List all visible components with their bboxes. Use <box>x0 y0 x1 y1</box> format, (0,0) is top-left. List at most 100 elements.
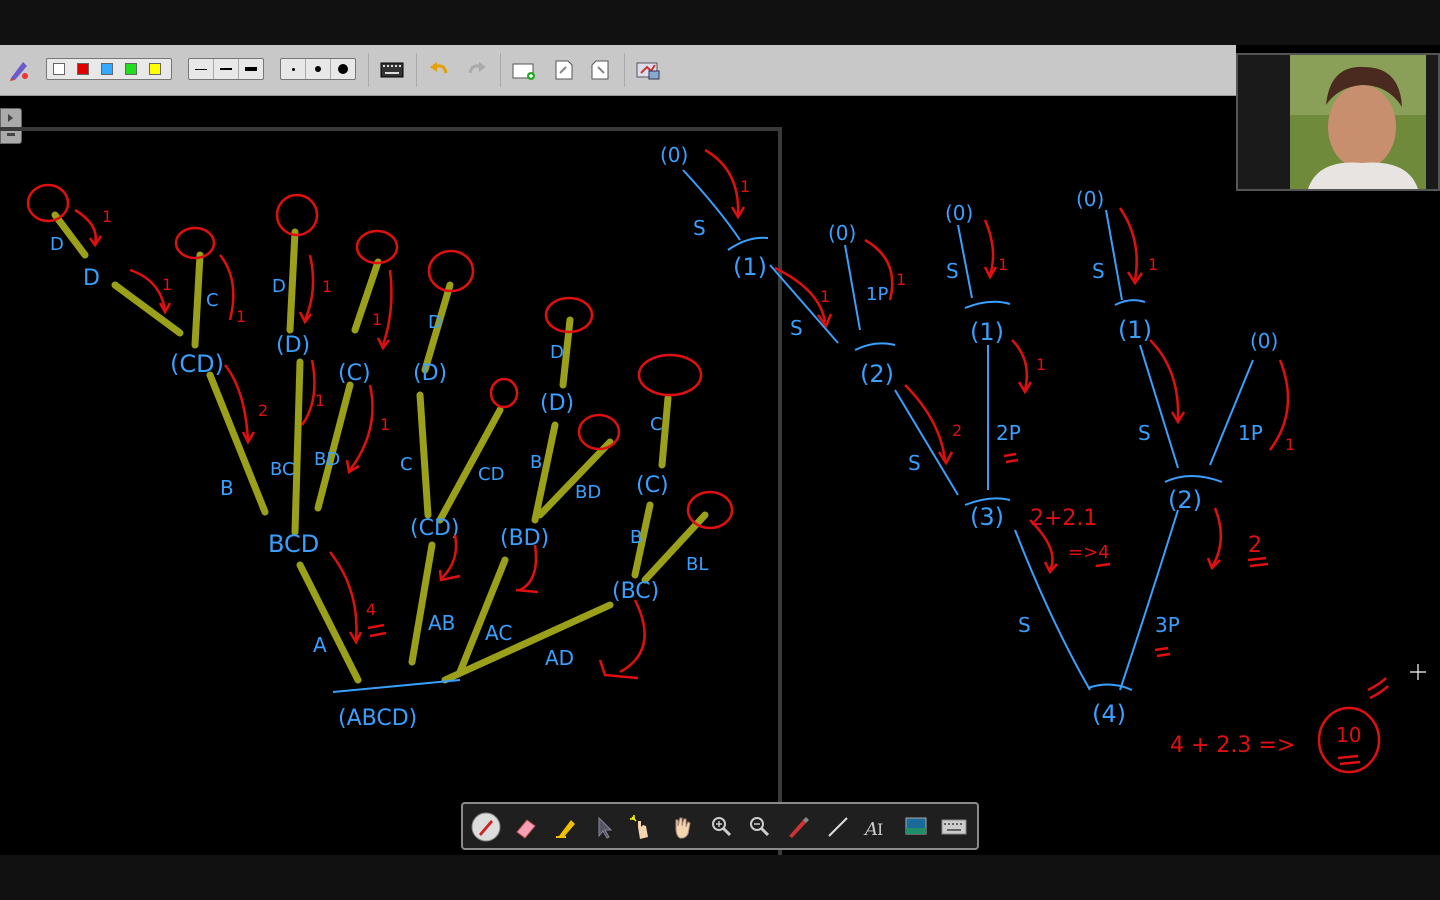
right-edge-s1: S <box>1018 613 1031 637</box>
left-edge-ab: AB <box>428 611 455 635</box>
select-arrow-icon[interactable] <box>589 812 619 842</box>
line-thick-option[interactable] <box>239 59 263 79</box>
red-mark: 2 <box>258 401 268 420</box>
magic-hand-icon[interactable] <box>627 812 657 842</box>
right-node-2a: (2) <box>1168 486 1202 514</box>
floating-tool-palette: AI <box>461 802 979 850</box>
right-edge-3p: 3P <box>1155 613 1180 637</box>
color-green-swatch[interactable] <box>125 63 137 75</box>
previous-page-icon[interactable] <box>550 55 576 85</box>
eraser-icon[interactable] <box>511 812 541 842</box>
red-mark: 1 <box>102 207 112 226</box>
color-yellow-swatch[interactable] <box>149 63 161 75</box>
top-black-bar <box>0 0 1440 45</box>
red-mark: 1 <box>740 177 750 196</box>
color-picker <box>46 58 172 80</box>
right-node-1b: (1) <box>1118 316 1152 344</box>
left-edge-c: C <box>400 454 413 475</box>
line-width-picker <box>188 58 264 80</box>
red-mark: 1 <box>162 275 172 294</box>
red-mark: 1 <box>315 391 325 410</box>
dot-small-option[interactable] <box>281 59 306 79</box>
undo-icon[interactable] <box>426 55 452 85</box>
svg-text:A: A <box>863 819 878 840</box>
left-edge-c2: C <box>650 414 663 435</box>
right-node-2b: (2) <box>860 360 894 388</box>
new-page-icon[interactable] <box>510 55 538 85</box>
red-mark: 1 <box>1285 435 1295 454</box>
crosshair-cursor-icon <box>1410 664 1426 680</box>
right-node-0c: (0) <box>945 201 973 225</box>
right-tree-root-node: (4) <box>1092 700 1126 728</box>
screen-icon[interactable] <box>901 812 931 842</box>
left-edge-b: B <box>220 476 234 500</box>
right-edge-1p-a: 1P <box>1238 421 1263 445</box>
left-node-d1: (D) <box>276 333 310 358</box>
right-edge-s7: S <box>693 216 706 240</box>
pen-settings-icon[interactable] <box>6 55 32 85</box>
right-tree-lines <box>682 169 1254 691</box>
zoom-out-icon[interactable] <box>745 812 775 842</box>
next-page-icon[interactable] <box>588 55 614 85</box>
zoom-in-icon[interactable] <box>707 812 737 842</box>
color-blue-swatch[interactable] <box>101 63 113 75</box>
left-tree-red-numbers: 1 1 1 1 1 1 1 2 4 <box>102 207 390 619</box>
right-node-1a: (1) <box>970 318 1004 346</box>
right-node-0e: (0) <box>660 143 688 167</box>
dot-large-option[interactable] <box>331 59 355 79</box>
pen-icon[interactable] <box>783 812 813 842</box>
right-edge-s6: S <box>1092 259 1105 283</box>
right-node-1c: (1) <box>733 253 767 281</box>
keyboard-icon[interactable] <box>378 55 406 85</box>
drawing-toolbar <box>0 45 1236 96</box>
line-medium-option[interactable] <box>214 59 239 79</box>
red-mark: 1 <box>322 277 332 296</box>
toolbar-separator <box>500 53 501 87</box>
red-mark: 1 <box>380 415 390 434</box>
red-mark: 1 <box>896 270 906 289</box>
toolbar-separator <box>624 53 625 87</box>
red-mark: 1 <box>998 255 1008 274</box>
redo-icon[interactable] <box>464 55 490 85</box>
highlighter-icon[interactable] <box>551 812 581 842</box>
left-node-d-top: D <box>83 266 100 291</box>
laser-pen-icon[interactable] <box>471 812 501 842</box>
left-node-bd: (BD) <box>500 526 549 551</box>
red-mark: 1 <box>1148 255 1158 274</box>
line-icon[interactable] <box>823 812 853 842</box>
left-edge-ac: AC <box>485 621 512 645</box>
calc-expr-1: 2+2.1 <box>1030 506 1097 531</box>
screen-capture-icon[interactable] <box>634 55 662 85</box>
bottom-black-bar <box>0 855 1440 900</box>
red-mark: 2 <box>952 421 962 440</box>
right-node-0b: (0) <box>1076 187 1104 211</box>
toolbar-separator <box>368 53 369 87</box>
whiteboard-canvas[interactable]: (ABCD) BCD (CD) (BD) (BC) A AB AC AD B B… <box>0 97 1440 855</box>
webcam-video-overlay <box>1236 53 1440 191</box>
dot-medium-option[interactable] <box>306 59 331 79</box>
right-edge-s5: S <box>946 259 959 283</box>
color-red-swatch[interactable] <box>77 63 89 75</box>
toolbar-separator <box>416 53 417 87</box>
right-edge-1p-b: 1P <box>866 284 888 305</box>
pan-hand-icon[interactable] <box>667 812 697 842</box>
calc-expr-2: 2 <box>1248 533 1262 558</box>
keyboard-icon[interactable] <box>939 812 969 842</box>
left-node-cd-lvl2: (CD) <box>170 350 224 378</box>
text-icon[interactable]: AI <box>861 812 891 842</box>
dot-size-picker <box>280 58 356 80</box>
left-leaf-d4: D <box>550 342 564 363</box>
left-leaf-d3: D <box>428 312 442 333</box>
red-mark: 1 <box>820 287 830 306</box>
right-tree-red-text: 1 1 1 1 1 1 2 1 2+2.1 =>4 2 4 + 2.3 => 1… <box>740 177 1361 758</box>
right-edge-s4: S <box>790 316 803 340</box>
right-edge-s3: S <box>1138 421 1151 445</box>
left-edge-ad: AD <box>545 646 574 670</box>
line-thin-option[interactable] <box>189 59 214 79</box>
left-node-cd: (CD) <box>410 516 459 541</box>
color-white-swatch[interactable] <box>53 63 65 75</box>
left-node-d2: (D) <box>413 361 447 386</box>
left-edge-b3: B <box>630 527 642 548</box>
left-leaf-cd: C <box>206 290 219 311</box>
left-edge-cd: CD <box>478 464 504 485</box>
